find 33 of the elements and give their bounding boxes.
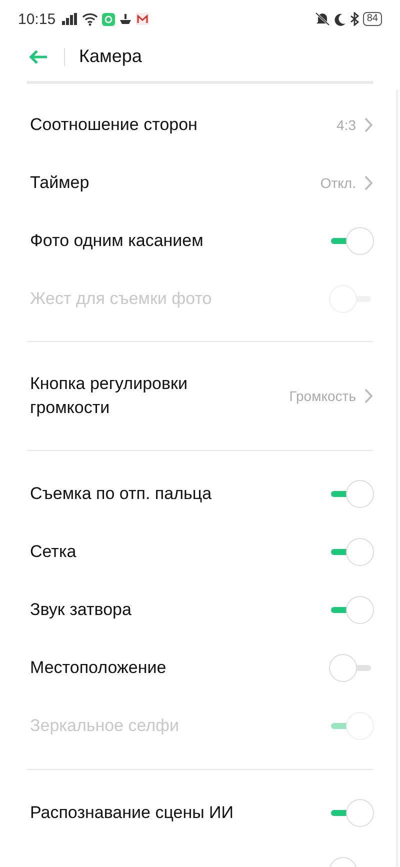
toggle-switch[interactable] [329, 596, 373, 624]
setting-label: Фото одним касанием [30, 230, 204, 252]
toggle-switch[interactable] [329, 799, 373, 827]
battery-level: 84 [362, 12, 382, 26]
toggle-switch[interactable] [329, 538, 373, 566]
toggle-switch[interactable] [329, 227, 373, 255]
bluetooth-icon [350, 12, 359, 26]
mail-icon [136, 13, 149, 25]
setting-label: Местоположение [30, 657, 168, 679]
setting-label: Таймер [30, 172, 90, 194]
page-title: Камера [79, 46, 142, 67]
boat-icon [118, 12, 132, 26]
moon-icon [334, 12, 346, 26]
status-time: 10:15 [18, 10, 56, 28]
setting-value: Откл. [320, 175, 356, 191]
setting-value: Громкость [289, 388, 356, 404]
chevron-right-icon [364, 117, 373, 133]
toggle-switch[interactable] [329, 654, 373, 682]
setting-label: Соотношение сторон [30, 114, 198, 136]
setting-label: Распознавание сцены ИИ [30, 802, 234, 824]
chevron-right-icon [364, 388, 373, 404]
setting-label: Кнопка регулировки громкости [30, 373, 188, 419]
setting-label: Сетка [30, 541, 78, 563]
chat-app-icon [102, 12, 115, 26]
setting-label: Звук затвора [30, 599, 132, 621]
wifi-icon [82, 12, 98, 26]
chevron-right-icon [364, 175, 373, 191]
setting-label: Съемка по отп. пальца [30, 483, 213, 505]
muted-bell-icon [314, 12, 330, 26]
signal-icon [62, 13, 78, 25]
toggle-switch[interactable] [329, 480, 373, 508]
back-arrow-icon[interactable] [28, 48, 48, 64]
setting-value: 4:3 [336, 117, 356, 133]
